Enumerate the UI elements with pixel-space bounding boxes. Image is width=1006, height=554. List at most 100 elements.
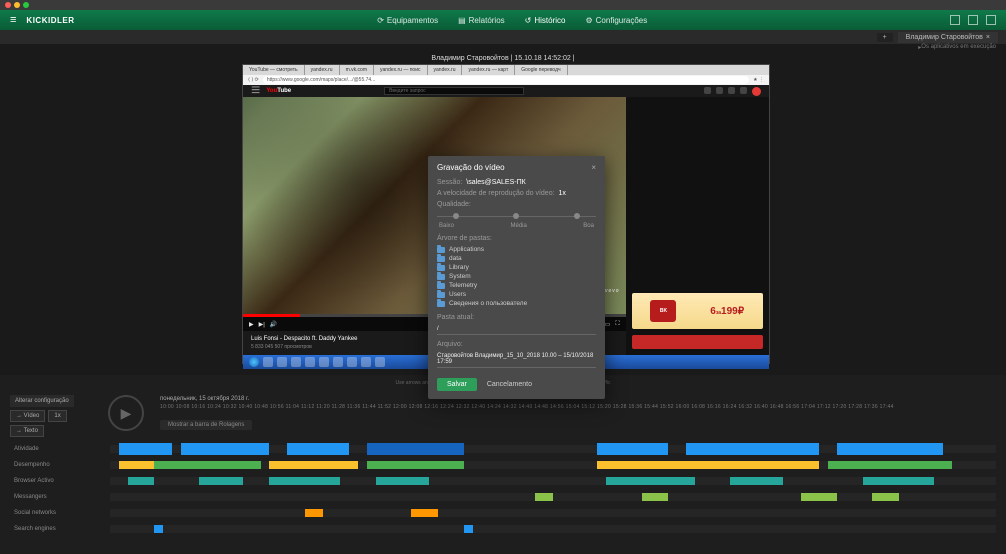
grid-icon[interactable] [950, 15, 960, 25]
taskbar-app-icon[interactable] [375, 357, 385, 367]
folder-icon [437, 292, 445, 298]
folder-icon [437, 265, 445, 271]
toggle-scroll-button[interactable]: Mostrar a barra de Rolagens [160, 420, 252, 430]
browser-tab[interactable]: m.vk.com [340, 65, 374, 75]
folder-item[interactable]: Telemetry [437, 281, 596, 290]
browser-tab[interactable]: yandex.ru — поис [374, 65, 428, 75]
upload-icon[interactable] [704, 87, 711, 94]
maximize-window-icon[interactable] [23, 2, 29, 8]
row-label: Desempenho [10, 462, 110, 468]
theater-icon[interactable]: ▭ [605, 321, 611, 328]
fullscreen-icon[interactable]: ⛶ [615, 321, 619, 328]
timeline-panel: Use arrows and CTRL + ← / → to navigate … [0, 375, 1006, 554]
folder-item[interactable]: Applications [437, 245, 596, 254]
start-button-icon[interactable] [249, 357, 259, 367]
avatar[interactable] [752, 87, 761, 96]
menu-icon[interactable]: ≡ [10, 14, 16, 26]
running-apps-label[interactable]: Os aplicativos em execução [921, 44, 996, 54]
video-export-modal: Gravação do vídeo × Sessão:\sales@SALES-… [428, 156, 605, 399]
taskbar-app-icon[interactable] [263, 357, 273, 367]
fullscreen-icon[interactable] [986, 15, 996, 25]
speed-value: 1x [559, 190, 566, 197]
add-tab-button[interactable]: + [877, 33, 893, 42]
recording-title: Владимир Старовойтов | 15.10.18 14:52:02… [431, 55, 574, 62]
browser-tabs: YouTube — смотреть yandex.ru m.vk.com ya… [243, 65, 769, 75]
url-input[interactable]: https://www.google.com/maps/place/.../@5… [263, 76, 749, 84]
config-button[interactable]: Alterar configuração [10, 395, 74, 407]
ad-cta-button[interactable] [632, 335, 763, 349]
folder-item[interactable]: System [437, 272, 596, 281]
youtube-header: ≡ YouTube Введите запрос [243, 85, 769, 97]
row-label: Browser Activo [10, 478, 110, 484]
folder-icon [437, 256, 445, 262]
browser-tab[interactable]: yandex.ru — карт [462, 65, 515, 75]
ad-brand-logo: BK [650, 300, 676, 322]
exec-bar: ▸ Os aplicativos em execução [0, 44, 1006, 54]
cancel-button[interactable]: Cancelamento [483, 378, 536, 391]
messengers-track[interactable] [110, 493, 996, 501]
row-label: Social networks [10, 510, 110, 516]
nav-item-relatorios[interactable]: ▤Relatórios [458, 16, 505, 25]
apps-icon[interactable] [716, 87, 723, 94]
timeline-ruler[interactable]: 10:00 10:08 10:16 10:24 10:32 10:40 10:4… [160, 404, 996, 410]
messages-icon[interactable] [728, 87, 735, 94]
folder-icon [437, 274, 445, 280]
ad-banner[interactable]: BK 6за199₽ [632, 293, 763, 329]
modal-close-button[interactable]: × [591, 163, 596, 172]
next-icon[interactable]: ▶| [259, 321, 265, 328]
top-nav: ≡ KICKIDLER ⟳Equipamentos ▤Relatórios ↺H… [0, 10, 1006, 30]
folder-item[interactable]: Library [437, 263, 596, 272]
browser-tab[interactable]: yandex.ru [305, 65, 340, 75]
browser-url-bar: ⟨ ⟩ ⟳ https://www.google.com/maps/place/… [243, 75, 769, 85]
modal-title: Gravação do vídeo [437, 163, 505, 172]
youtube-logo[interactable]: YouTube [266, 88, 291, 94]
play-button[interactable]: ▶ [108, 395, 144, 431]
minimize-window-icon[interactable] [14, 2, 20, 8]
youtube-search-input[interactable]: Введите запрос [384, 87, 524, 95]
browser-tab[interactable]: yandex.ru [428, 65, 463, 75]
file-label: Arquivo: [437, 341, 596, 348]
browser-tab[interactable]: Google переводч [515, 65, 567, 75]
folder-tree: Applications data Library System Telemet… [437, 245, 596, 308]
vevo-watermark: vevo [605, 288, 620, 294]
notifications-icon[interactable] [740, 87, 747, 94]
current-folder-input[interactable]: / [437, 324, 596, 335]
activity-track[interactable] [110, 445, 996, 453]
nav-item-config[interactable]: ⚙Configurações [585, 16, 647, 25]
save-button[interactable]: Salvar [437, 378, 477, 391]
user-chip[interactable]: Владимир Старовойтов × [898, 32, 998, 43]
social-track[interactable] [110, 509, 996, 517]
filename-input[interactable]: Старовойтов Владимир_15_10_2018 10.00 – … [437, 351, 596, 368]
taskbar-app-icon[interactable] [361, 357, 371, 367]
performance-track[interactable] [110, 461, 996, 469]
video-select[interactable]: → Vídeo [10, 410, 45, 422]
layout-icon[interactable] [968, 15, 978, 25]
session-value: \sales@SALES-ПК [466, 179, 525, 186]
taskbar-app-icon[interactable] [347, 357, 357, 367]
folder-item[interactable]: data [437, 254, 596, 263]
taskbar-app-icon[interactable] [277, 357, 287, 367]
taskbar-app-icon[interactable] [333, 357, 343, 367]
browser-track[interactable] [110, 477, 996, 485]
close-window-icon[interactable] [5, 2, 11, 8]
taskbar-app-icon[interactable] [319, 357, 329, 367]
taskbar-app-icon[interactable] [291, 357, 301, 367]
volume-icon[interactable]: 🔊 [270, 321, 277, 328]
quality-label: Qualidade: [437, 201, 471, 208]
nav-item-equipamentos[interactable]: ⟳Equipamentos [377, 16, 438, 25]
folder-icon [437, 301, 445, 307]
play-icon[interactable]: ▶ [249, 321, 254, 328]
quality-slider[interactable] [437, 216, 596, 217]
nav-item-historico[interactable]: ↺Histórico [525, 16, 566, 25]
speed-select[interactable]: 1x [48, 410, 66, 422]
tree-label: Árvore de pastas: [437, 235, 596, 242]
browser-tab[interactable]: YouTube — смотреть [243, 65, 305, 75]
text-select[interactable]: → Texto [10, 425, 44, 437]
taskbar-app-icon[interactable] [305, 357, 315, 367]
search-track[interactable] [110, 525, 996, 533]
session-bar: + Владимир Старовойтов × [0, 30, 1006, 44]
row-label: Atividade [10, 446, 110, 452]
close-icon[interactable]: × [986, 34, 990, 41]
folder-item[interactable]: Users [437, 290, 596, 299]
folder-item[interactable]: Сведения о пользователе [437, 299, 596, 308]
